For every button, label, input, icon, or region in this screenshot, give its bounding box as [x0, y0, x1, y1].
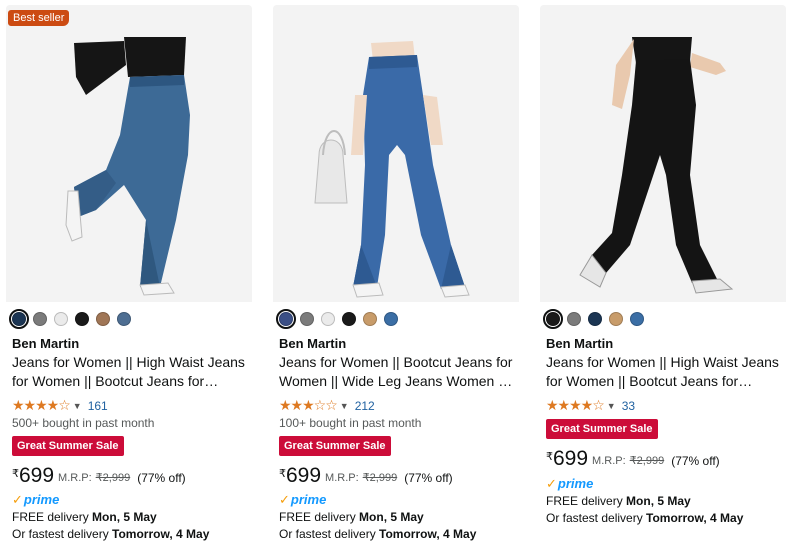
price[interactable]: 699 — [286, 465, 321, 487]
chevron-down-icon[interactable]: ▼ — [73, 401, 82, 411]
mrp-value: ₹2,999 — [362, 472, 398, 484]
bought-in-past-month: 500+ bought in past month — [12, 416, 155, 430]
color-swatch[interactable] — [342, 312, 356, 326]
color-swatch[interactable] — [363, 312, 377, 326]
fastest-delivery-info: Or fastest delivery Tomorrow, 4 May — [279, 527, 477, 541]
sale-badge: Great Summer Sale — [546, 419, 658, 439]
color-swatches — [276, 309, 398, 329]
product-card[interactable]: Best seller Ben Martin Jeans for Women |… — [6, 5, 252, 550]
delivery-info: FREE delivery Mon, 5 May — [546, 494, 691, 508]
rating-count-link[interactable]: 33 — [622, 399, 635, 413]
discount-percent: (77% off) — [404, 471, 453, 485]
product-title-link[interactable]: Jeans for Women || Bootcut Jeans for Wom… — [279, 353, 515, 391]
color-swatch[interactable] — [96, 312, 110, 326]
chevron-down-icon[interactable]: ▼ — [340, 401, 349, 411]
mrp-label: M.R.P: — [325, 472, 359, 484]
sale-badge: Great Summer Sale — [279, 436, 391, 456]
color-swatch[interactable] — [321, 312, 335, 326]
product-image[interactable]: Best seller — [6, 5, 252, 302]
color-swatch[interactable] — [117, 312, 131, 326]
rating-row: ★★★★☆ ▼ 33 — [546, 397, 635, 414]
mrp-value: ₹2,999 — [629, 455, 665, 467]
rating-count-link[interactable]: 161 — [88, 399, 108, 413]
price-row: ₹ 699 M.R.P: ₹2,999 (77% off) — [12, 465, 186, 487]
rating-row: ★★★☆☆ ▼ 212 — [279, 397, 375, 414]
best-seller-badge: Best seller — [8, 10, 70, 26]
brand-name: Ben Martin — [546, 336, 614, 351]
color-swatch[interactable] — [588, 312, 602, 326]
fastest-delivery-info: Or fastest delivery Tomorrow, 4 May — [546, 511, 744, 525]
color-swatch[interactable] — [567, 312, 581, 326]
price-row: ₹ 699 M.R.P: ₹2,999 (77% off) — [546, 448, 720, 470]
bought-in-past-month: 100+ bought in past month — [279, 416, 422, 430]
currency-symbol: ₹ — [546, 451, 553, 463]
star-rating[interactable]: ★★★★☆ — [546, 397, 605, 414]
brand-name: Ben Martin — [279, 336, 347, 351]
brand-name: Ben Martin — [12, 336, 80, 351]
color-swatch[interactable] — [384, 312, 398, 326]
color-swatch[interactable] — [276, 309, 296, 329]
currency-symbol: ₹ — [279, 468, 286, 480]
color-swatch[interactable] — [9, 309, 29, 329]
price-row: ₹ 699 M.R.P: ₹2,999 (77% off) — [279, 465, 453, 487]
color-swatch[interactable] — [300, 312, 314, 326]
color-swatch[interactable] — [630, 312, 644, 326]
star-rating[interactable]: ★★★★☆ — [12, 397, 71, 414]
delivery-info: FREE delivery Mon, 5 May — [279, 510, 424, 524]
check-icon: ✓ — [279, 492, 290, 507]
discount-percent: (77% off) — [671, 454, 720, 468]
mrp-value: ₹2,999 — [95, 472, 131, 484]
star-rating[interactable]: ★★★☆☆ — [279, 397, 338, 414]
prime-badge: ✓prime — [546, 476, 594, 491]
product-card[interactable]: Ben Martin Jeans for Women || High Waist… — [540, 5, 786, 550]
check-icon: ✓ — [12, 492, 23, 507]
currency-symbol: ₹ — [12, 468, 19, 480]
mrp-label: M.R.P: — [58, 472, 92, 484]
mrp-label: M.R.P: — [592, 455, 626, 467]
color-swatch[interactable] — [609, 312, 623, 326]
rating-count-link[interactable]: 212 — [355, 399, 375, 413]
price[interactable]: 699 — [19, 465, 54, 487]
jeans-model-image — [273, 5, 519, 302]
jeans-model-image — [6, 5, 252, 302]
color-swatch[interactable] — [54, 312, 68, 326]
color-swatch[interactable] — [33, 312, 47, 326]
product-title-link[interactable]: Jeans for Women || High Waist Jeans for … — [12, 353, 248, 391]
prime-badge: ✓prime — [12, 492, 60, 507]
product-title-link[interactable]: Jeans for Women || High Waist Jeans for … — [546, 353, 782, 391]
delivery-info: FREE delivery Mon, 5 May — [12, 510, 157, 524]
price[interactable]: 699 — [553, 448, 588, 470]
color-swatches — [543, 309, 644, 329]
product-card[interactable]: Ben Martin Jeans for Women || Bootcut Je… — [273, 5, 519, 550]
jeans-model-image — [540, 5, 786, 302]
check-icon: ✓ — [546, 476, 557, 491]
chevron-down-icon[interactable]: ▼ — [607, 401, 616, 411]
product-image[interactable] — [540, 5, 786, 302]
product-image[interactable] — [273, 5, 519, 302]
prime-badge: ✓prime — [279, 492, 327, 507]
rating-row: ★★★★☆ ▼ 161 — [12, 397, 108, 414]
color-swatch[interactable] — [543, 309, 563, 329]
sale-badge: Great Summer Sale — [12, 436, 124, 456]
color-swatches — [9, 309, 131, 329]
color-swatch[interactable] — [75, 312, 89, 326]
fastest-delivery-info: Or fastest delivery Tomorrow, 4 May — [12, 527, 210, 541]
discount-percent: (77% off) — [137, 471, 186, 485]
